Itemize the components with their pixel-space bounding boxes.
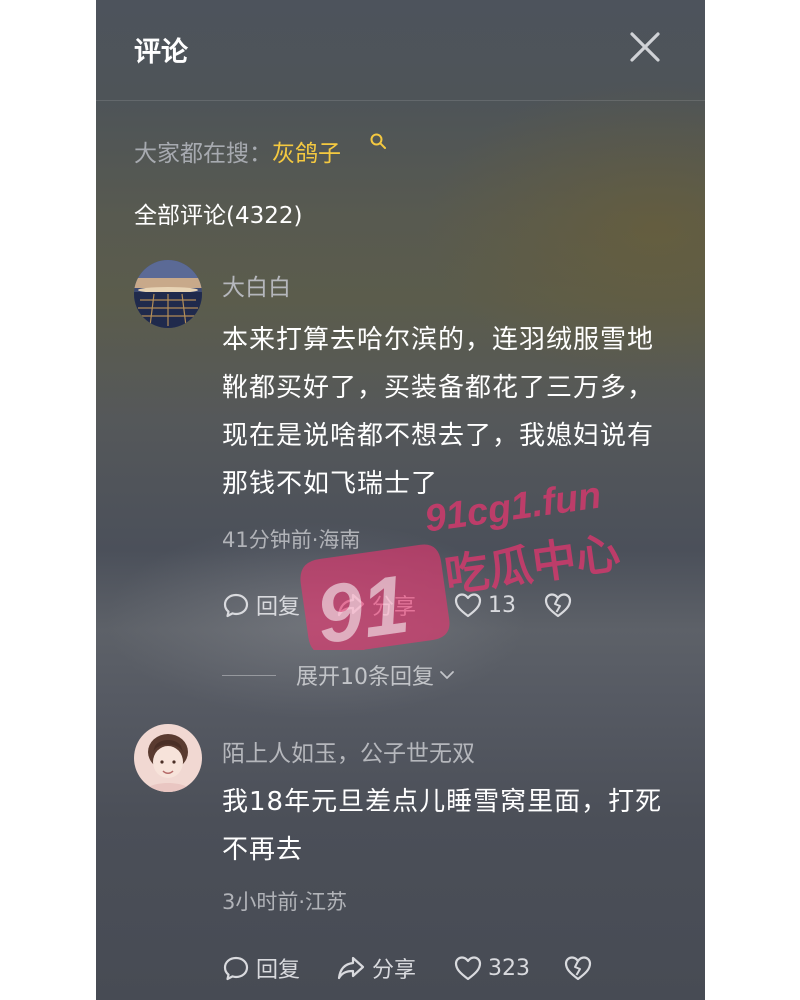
avatar[interactable] xyxy=(134,260,202,328)
comment-username[interactable]: 大白白 xyxy=(222,268,291,302)
reply-label: 回复 xyxy=(256,595,301,620)
share-icon xyxy=(337,956,365,980)
chevron-down-icon xyxy=(440,671,454,679)
all-comments-count: 全部评论(4322) xyxy=(134,203,303,229)
comment-actions: 回复 分享 323 xyxy=(222,951,662,985)
broken-heart-icon xyxy=(544,593,572,618)
comment-meta: 41分钟前·海南 xyxy=(222,528,361,552)
search-icon[interactable] xyxy=(369,132,387,150)
like-button[interactable]: 13 xyxy=(454,588,516,622)
trending-search: 大家都在搜：灰鸽子 xyxy=(134,133,386,168)
expand-replies-button[interactable]: 展开10条回复 xyxy=(296,659,456,691)
comment-text: 本来打算去哈尔滨的，连羽绒服雪地靴都买好了，买装备都花了三万多，现在是说啥都不想… xyxy=(222,325,655,499)
comment-username[interactable]: 陌上人如玉，公子世无双 xyxy=(222,734,475,768)
reply-icon xyxy=(223,593,249,618)
dislike-button[interactable] xyxy=(544,588,578,622)
comment-meta: 3小时前·江苏 xyxy=(222,890,348,914)
panel-title: 评论 xyxy=(134,37,188,68)
right-margin xyxy=(705,0,800,1000)
trending-search-label: 大家都在搜： xyxy=(134,141,272,167)
like-button[interactable]: 323 xyxy=(454,951,530,985)
heart-icon xyxy=(454,593,482,618)
expand-replies: 展开10条回复 xyxy=(222,660,456,690)
reply-button[interactable]: 回复 xyxy=(222,588,300,622)
header-divider xyxy=(96,100,705,101)
reply-label: 回复 xyxy=(256,958,301,983)
broken-heart-icon xyxy=(564,956,592,981)
left-margin xyxy=(0,0,96,1000)
reply-icon xyxy=(223,956,249,981)
expand-divider xyxy=(222,674,276,676)
heart-icon xyxy=(454,956,482,981)
share-icon xyxy=(337,593,365,617)
share-button[interactable]: 分享 xyxy=(336,588,416,622)
comment-actions: 回复 分享 13 xyxy=(222,588,662,622)
reply-button[interactable]: 回复 xyxy=(222,951,300,985)
share-label: 分享 xyxy=(372,958,417,983)
avatar[interactable] xyxy=(134,724,202,792)
share-label: 分享 xyxy=(372,595,417,620)
expand-replies-label: 展开10条回复 xyxy=(296,665,434,690)
like-count: 13 xyxy=(488,592,516,618)
share-button[interactable]: 分享 xyxy=(336,951,416,985)
dislike-button[interactable] xyxy=(564,951,598,985)
comments-panel: 评论 大家都在搜：灰鸽子 全部评论(4322) 大白白 本来打算去哈尔滨的，连羽… xyxy=(96,0,705,1000)
comment-text: 我18年元旦差点儿睡雪窝里面，打死不再去 xyxy=(222,787,663,865)
close-icon[interactable] xyxy=(628,30,662,64)
trending-search-term[interactable]: 灰鸽子 xyxy=(272,141,341,167)
like-count: 323 xyxy=(488,955,530,981)
